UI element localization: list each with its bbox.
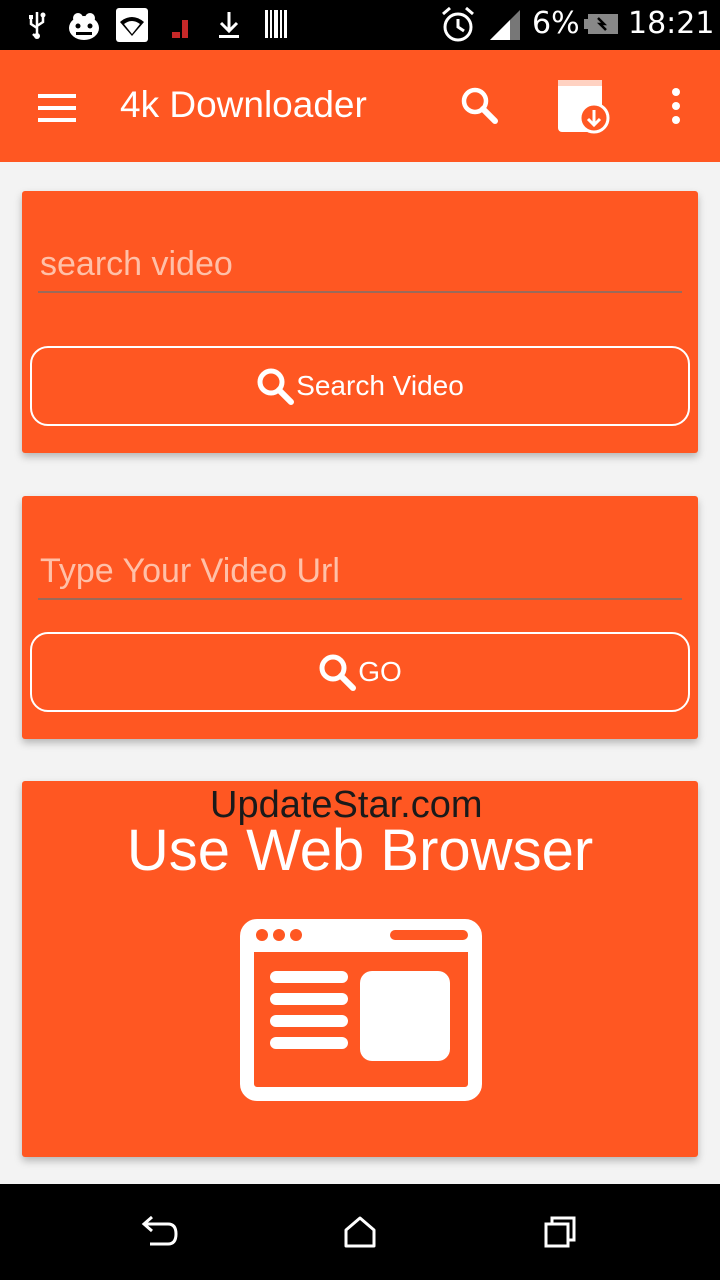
- search-video-label: Search Video: [296, 370, 464, 401]
- download-icon: [219, 12, 239, 38]
- search-video-button[interactable]: Search Video: [30, 346, 690, 426]
- alarm-icon: [442, 6, 474, 42]
- status-bar: 6% 18:21: [0, 0, 720, 50]
- battery-low-icon: [584, 14, 618, 34]
- menu-icon[interactable]: [38, 94, 76, 122]
- go-label: GO: [358, 656, 402, 687]
- app-title: 4k Downloader: [120, 84, 367, 125]
- navigation-bar: [0, 1184, 720, 1280]
- more-vert-icon[interactable]: [670, 88, 682, 124]
- wifi-icon: [116, 8, 148, 42]
- battery-percent: 6%: [532, 6, 580, 41]
- clock: 18:21: [628, 6, 715, 41]
- search-icon: [319, 654, 357, 691]
- search-icon[interactable]: [460, 86, 498, 124]
- web-browser-icon: [240, 919, 482, 1101]
- signal-red-icon: [172, 20, 188, 38]
- watermark: UpdateStar.com: [210, 784, 483, 826]
- search-icon: [257, 368, 295, 405]
- web-browser-title: Use Web Browser: [126, 818, 594, 883]
- main-content: Search Video GO Use Web Browser UpdateSt…: [0, 162, 720, 1184]
- downloads-icon[interactable]: [556, 76, 612, 136]
- search-card: Search Video: [22, 191, 698, 453]
- cell-signal-icon: [490, 10, 520, 40]
- recents-icon[interactable]: [542, 1214, 578, 1250]
- barcode-icon: [265, 10, 287, 38]
- go-button[interactable]: GO: [30, 632, 690, 712]
- app-bar: 4k Downloader: [0, 50, 720, 162]
- back-icon[interactable]: [140, 1214, 180, 1250]
- android-debug-icon: [69, 13, 99, 40]
- search-input[interactable]: [38, 237, 682, 293]
- web-browser-card[interactable]: Use Web Browser: [22, 781, 698, 1157]
- home-icon[interactable]: [342, 1214, 378, 1250]
- url-card: GO: [22, 496, 698, 739]
- video-url-input[interactable]: [38, 544, 682, 600]
- usb-icon: [29, 12, 46, 39]
